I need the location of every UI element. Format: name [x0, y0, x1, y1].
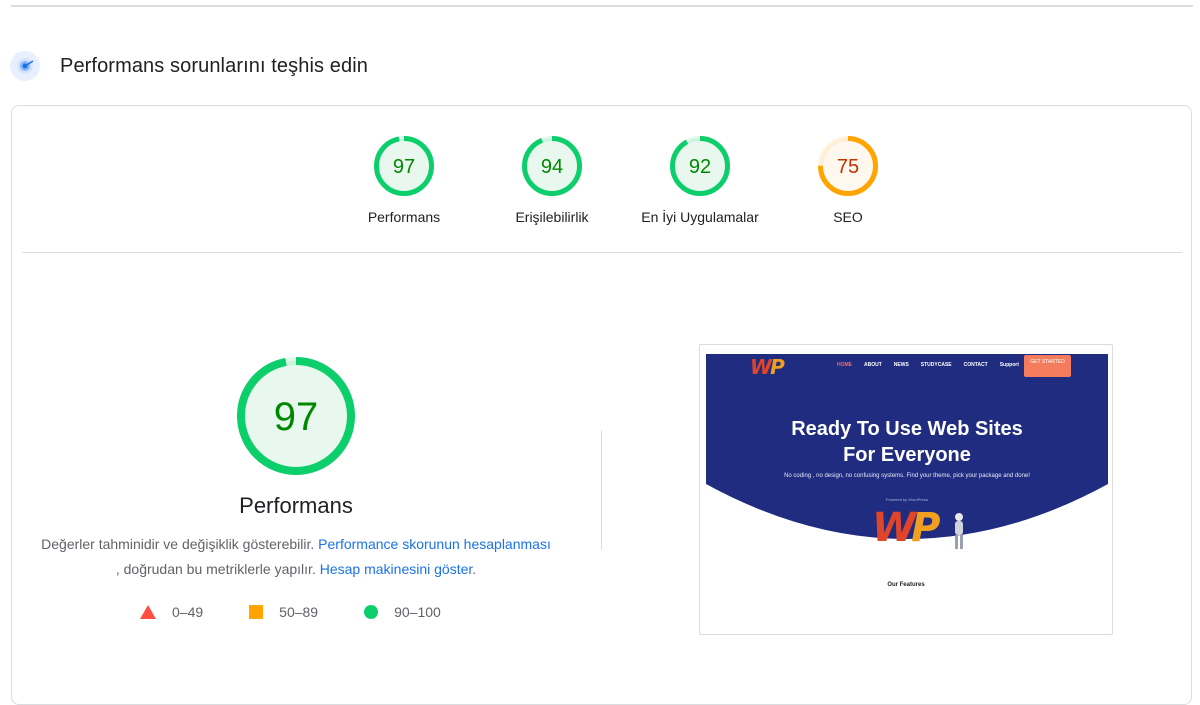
- score-description: Değerler tahminidir ve değişiklik göster…: [40, 532, 552, 582]
- square-icon: [249, 605, 264, 619]
- desc-text: Değerler tahminidir ve değişiklik göster…: [41, 536, 315, 552]
- screenshot-menu-item: CONTACT: [963, 362, 988, 368]
- desc-text: .: [472, 561, 477, 577]
- calculator-link[interactable]: Hesap makinesini göster: [320, 561, 473, 577]
- gauge-label: Performans: [367, 209, 441, 225]
- gauge-score: 75: [837, 156, 859, 178]
- gauge-ring: 75: [818, 136, 878, 196]
- final-screenshot: WP HOME ABOUT NEWS STUDYCASE CONTACT Sup…: [699, 344, 1113, 635]
- main-score: 97: [274, 395, 319, 439]
- gauge-score: 94: [541, 156, 563, 178]
- gauge-performance[interactable]: 97 Performans: [330, 135, 478, 235]
- diagnose-header: Performans sorunlarını teşhis edin: [10, 50, 368, 82]
- screenshot-cta: GET STARTED: [1024, 355, 1071, 377]
- screenshot-features: Our Features: [887, 582, 925, 588]
- section-title: Performans sorunlarını teşhis edin: [60, 54, 368, 77]
- top-divider: [11, 5, 1193, 7]
- score-calculation-link[interactable]: Performance skorunun hesaplanması: [318, 536, 551, 552]
- performance-main-gauge: 97: [237, 357, 355, 475]
- gauge-seo[interactable]: 75 SEO: [774, 135, 922, 235]
- screenshot-logo: WP: [750, 355, 785, 379]
- score-legend: 0–49 50–89 90–100: [140, 604, 487, 620]
- legend-average: 50–89: [249, 604, 318, 620]
- screenshot-hero: WP HOME ABOUT NEWS STUDYCASE CONTACT Sup…: [706, 354, 1108, 550]
- screenshot-menu-item: HOME: [837, 362, 852, 368]
- vertical-divider: [601, 430, 602, 550]
- screenshot-menu-item: ABOUT: [864, 362, 882, 368]
- gauge-score: 92: [689, 156, 711, 178]
- screenshot-headline: Ready To Use Web Sites For Everyone: [791, 418, 1023, 466]
- category-gauges: 97 Performans 94 Erişilebilirlik 92 En İ…: [330, 135, 922, 235]
- screenshot-subtext: No coding , no design, no confusing syst…: [784, 473, 1030, 479]
- gauge-label: SEO: [833, 209, 863, 225]
- screenshot-menu: HOME ABOUT NEWS STUDYCASE CONTACT Suppor…: [837, 362, 1031, 368]
- gauge-ring: 97: [374, 136, 434, 196]
- character-figure: [955, 513, 963, 549]
- card-divider: [22, 252, 1182, 253]
- gauge-ring: 92: [670, 136, 730, 196]
- screenshot-big-logo: WP: [872, 505, 941, 550]
- screenshot-menu-item: Support: [999, 362, 1019, 368]
- main-title: Performans: [239, 493, 353, 518]
- screenshot-menu-item: STUDYCASE: [920, 362, 952, 368]
- screenshot-powered: Powered by WordPress: [886, 497, 928, 502]
- legend-label: 0–49: [172, 604, 204, 620]
- gauge-label: En İyi Uygulamalar: [641, 209, 759, 225]
- gauge-label: Erişilebilirlik: [515, 209, 589, 225]
- screenshot-menu-item: NEWS: [893, 362, 909, 368]
- lighthouse-icon: [10, 51, 40, 81]
- gauge-score: 97: [393, 156, 415, 178]
- legend-label: 50–89: [279, 604, 319, 620]
- circle-icon: [364, 605, 379, 619]
- gauge-accessibility[interactable]: 94 Erişilebilirlik: [478, 135, 626, 235]
- triangle-icon: [140, 605, 156, 619]
- gauge-ring: 94: [522, 136, 582, 196]
- desc-text: , doğrudan bu metriklerle yapılır.: [115, 561, 316, 577]
- gauge-best-practices[interactable]: 92 En İyi Uygulamalar: [626, 135, 774, 235]
- legend-fail: 0–49: [140, 604, 203, 620]
- legend-pass: 90–100: [364, 604, 441, 620]
- legend-label: 90–100: [394, 604, 441, 620]
